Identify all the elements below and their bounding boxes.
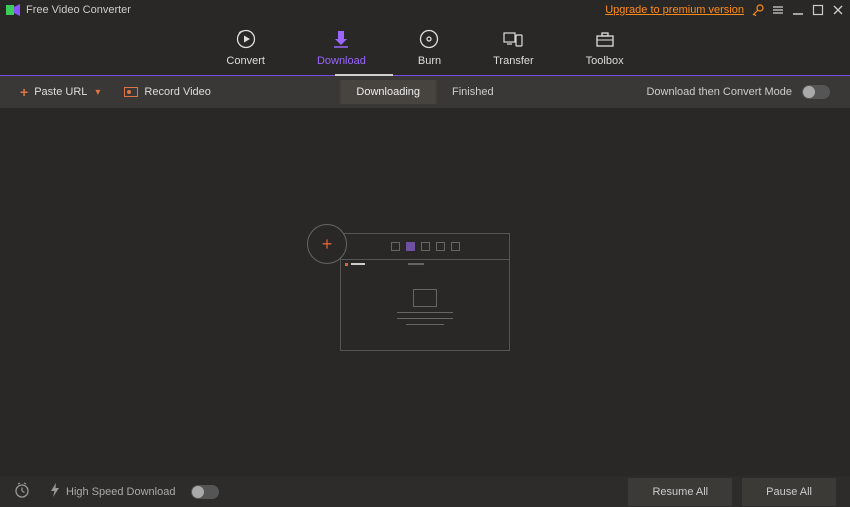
menu-icon[interactable] bbox=[772, 4, 784, 16]
resume-all-button[interactable]: Resume All bbox=[628, 478, 732, 506]
download-icon bbox=[332, 29, 350, 49]
nav-label: Toolbox bbox=[586, 55, 624, 67]
nav-convert[interactable]: Convert bbox=[226, 29, 265, 67]
paste-url-label: Paste URL bbox=[34, 86, 87, 98]
bottom-bar: High Speed Download Resume All Pause All bbox=[0, 476, 850, 507]
record-video-button[interactable]: Record Video bbox=[124, 86, 210, 98]
add-circle-icon: + bbox=[307, 224, 347, 264]
record-label: Record Video bbox=[144, 86, 210, 98]
transfer-icon bbox=[503, 29, 523, 49]
nav-transfer[interactable]: Transfer bbox=[493, 29, 534, 67]
nav-toolbox[interactable]: Toolbox bbox=[586, 29, 624, 67]
nav-burn[interactable]: Burn bbox=[418, 29, 441, 67]
bolt-icon bbox=[50, 483, 60, 500]
convert-mode-toggle[interactable] bbox=[802, 85, 830, 99]
high-speed-download: High Speed Download bbox=[50, 483, 219, 500]
title-bar: Free Video Converter Upgrade to premium … bbox=[0, 0, 850, 20]
filter-segment: Downloading Finished bbox=[340, 80, 509, 104]
burn-icon bbox=[419, 29, 439, 49]
app-logo-icon bbox=[6, 4, 20, 16]
toolbar: + Paste URL ▾ Record Video Downloading F… bbox=[0, 76, 850, 108]
tab-downloading[interactable]: Downloading bbox=[340, 80, 436, 104]
paste-url-button[interactable]: + Paste URL ▾ bbox=[20, 84, 100, 100]
main-nav: Convert Download Burn Transfer Toolbox bbox=[0, 20, 850, 76]
toolbox-icon bbox=[595, 29, 615, 49]
pause-all-button[interactable]: Pause All bbox=[742, 478, 836, 506]
minimize-button[interactable] bbox=[792, 4, 804, 16]
nav-active-indicator bbox=[335, 74, 393, 76]
app-title: Free Video Converter bbox=[26, 4, 131, 16]
close-button[interactable] bbox=[832, 4, 844, 16]
tab-finished[interactable]: Finished bbox=[436, 80, 510, 104]
schedule-icon[interactable] bbox=[14, 482, 30, 501]
key-icon[interactable] bbox=[752, 4, 764, 16]
plus-icon: + bbox=[20, 84, 28, 100]
nav-label: Burn bbox=[418, 55, 441, 67]
nav-label: Transfer bbox=[493, 55, 534, 67]
hsd-label: High Speed Download bbox=[66, 486, 175, 498]
convert-icon bbox=[236, 29, 256, 49]
maximize-button[interactable] bbox=[812, 4, 824, 16]
nav-label: Convert bbox=[226, 55, 265, 67]
nav-label: Download bbox=[317, 55, 366, 67]
record-icon bbox=[124, 87, 138, 97]
mode-label: Download then Convert Mode bbox=[646, 86, 792, 98]
main-content: + bbox=[0, 108, 850, 476]
nav-download[interactable]: Download bbox=[317, 29, 366, 67]
empty-state-illustration: + bbox=[340, 233, 510, 351]
chevron-down-icon: ▾ bbox=[95, 87, 100, 98]
hsd-toggle[interactable] bbox=[191, 485, 219, 499]
upgrade-link[interactable]: Upgrade to premium version bbox=[605, 4, 744, 16]
